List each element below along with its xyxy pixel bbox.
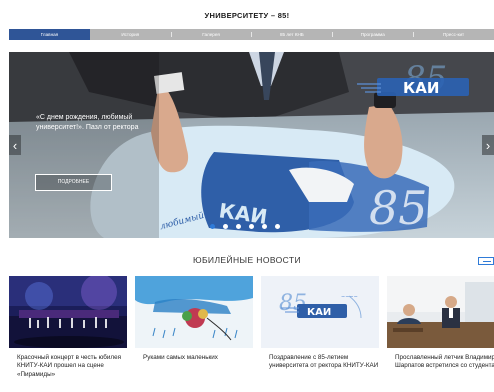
slider-dot[interactable] (275, 224, 280, 229)
news-card[interactable]: Красочный концерт в честь юбилея КНИТУ-К… (9, 276, 127, 392)
nav-item-85-years[interactable]: 85 лет КНБ (251, 29, 332, 40)
news-toggle-button[interactable] (478, 257, 494, 265)
slider-dot[interactable] (262, 224, 267, 229)
news-thumbnail (135, 276, 253, 348)
next-slide-button[interactable]: › (482, 135, 494, 155)
more-button[interactable]: ПОДРОБНЕЕ (35, 174, 112, 191)
news-title: Поздравление с 85-летием университета от… (269, 354, 379, 370)
slider-dot[interactable] (249, 224, 254, 229)
nav-item-press-kit[interactable]: Пресс-кит (413, 29, 494, 40)
slider-dot[interactable] (236, 224, 241, 229)
svg-text:85: 85 (369, 181, 428, 235)
svg-text:~~~~: ~~~~ (341, 294, 358, 300)
nav-item-history[interactable]: История (90, 29, 171, 40)
news-title: Прославленный летчик Владимир Шарпатов в… (395, 354, 494, 370)
prev-slide-button[interactable]: ‹ (9, 135, 21, 155)
hero-image: 85 КАИ 85 КАИ любимый (9, 52, 494, 238)
slider-dot[interactable] (223, 224, 228, 229)
hero-logo-text: КАИ (403, 79, 439, 97)
news-heading: ЮБИЛЕЙНЫЕ НОВОСТИ (192, 255, 302, 265)
news-card[interactable]: Руками самых маленьких (135, 276, 253, 392)
news-thumbnail (9, 276, 127, 348)
nav-item-home[interactable]: Главная (9, 29, 90, 40)
news-thumbnail: 85 КАИ ~~~~ (261, 276, 379, 348)
slider-dot[interactable] (210, 224, 215, 229)
site-title: УНИВЕРСИТЕТУ – 85! (204, 11, 290, 20)
news-card[interactable]: 85 КАИ ~~~~ Поздравление с 85-летием уни… (261, 276, 379, 392)
slider-dots (210, 224, 280, 229)
news-title: Красочный концерт в честь юбилея КНИТУ-К… (17, 354, 122, 378)
main-nav: Главная История Галерея 85 лет КНБ Прогр… (9, 29, 494, 40)
news-thumbnail (387, 276, 494, 348)
hero-quote: «С днем рождения, любимый университет!».… (36, 114, 139, 131)
news-title: Руками самых маленьких (143, 354, 218, 361)
chevron-left-icon: ‹ (12, 137, 18, 153)
hero-slider: 85 КАИ 85 КАИ любимый «С днем рождения, … (9, 52, 494, 238)
nav-item-gallery[interactable]: Галерея (170, 29, 252, 40)
chevron-right-icon: › (485, 137, 491, 153)
news-card[interactable]: Прославленный летчик Владимир Шарпатов в… (387, 276, 494, 392)
nav-item-program[interactable]: Программа (332, 29, 413, 40)
news-logo-text: КАИ (307, 307, 331, 318)
